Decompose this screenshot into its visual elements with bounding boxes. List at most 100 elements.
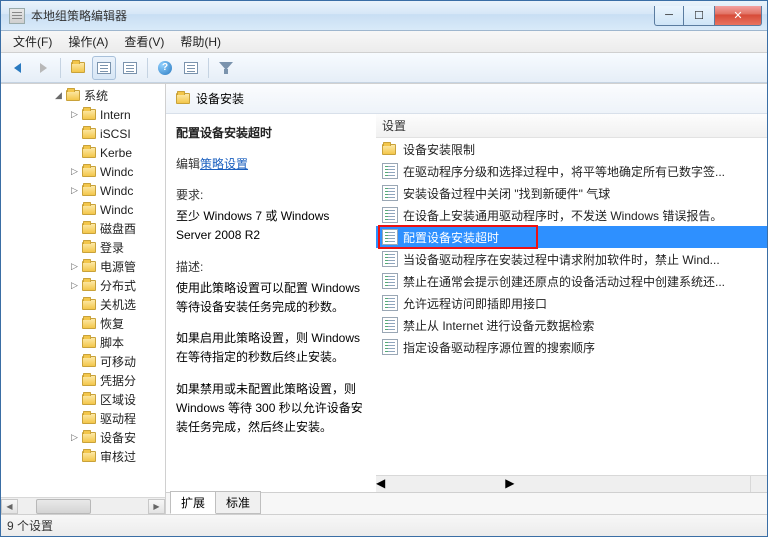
- tree-item[interactable]: 磁盘酉: [1, 219, 165, 238]
- edit-policy-link[interactable]: 策略设置: [200, 157, 248, 171]
- tree-item[interactable]: ▷电源管: [1, 257, 165, 276]
- tree-item[interactable]: 审核过: [1, 447, 165, 466]
- menubar: 文件(F) 操作(A) 查看(V) 帮助(H): [1, 31, 767, 53]
- settings-policy-row[interactable]: 指定设备驱动程序源位置的搜索顺序: [376, 336, 767, 358]
- tree-item[interactable]: 可移动: [1, 352, 165, 371]
- setting-label: 配置设备安装超时: [403, 229, 499, 246]
- menu-help[interactable]: 帮助(H): [172, 31, 229, 52]
- tree-root[interactable]: ◢ 系统: [1, 86, 165, 105]
- filter-button[interactable]: [214, 56, 238, 80]
- tree-item[interactable]: 登录: [1, 238, 165, 257]
- menu-file[interactable]: 文件(F): [5, 31, 60, 52]
- folder-icon: [82, 299, 96, 310]
- tree-item-label: 驱动程: [100, 410, 136, 427]
- list-hscrollbar[interactable]: ◀ ▶: [376, 475, 750, 492]
- folder-icon: [382, 141, 398, 157]
- folder-icon: [82, 413, 96, 424]
- setting-label: 指定设备驱动程序源位置的搜索顺序: [403, 339, 595, 356]
- tree-item-label: 关机选: [100, 296, 136, 313]
- expand-icon[interactable]: ▷: [69, 280, 80, 291]
- settings-policy-row[interactable]: 安装设备过程中关闭 "找到新硬件" 气球: [376, 182, 767, 204]
- forward-button[interactable]: [31, 56, 55, 80]
- folder-icon: [176, 93, 190, 104]
- close-button[interactable]: ✕: [714, 6, 762, 26]
- scroll-right-button[interactable]: ▶: [148, 499, 165, 514]
- tree-item[interactable]: 凭据分: [1, 371, 165, 390]
- menu-view[interactable]: 查看(V): [116, 31, 172, 52]
- tree-item[interactable]: 恢复: [1, 314, 165, 333]
- tab-standard[interactable]: 标准: [215, 491, 261, 514]
- folder-icon: [82, 451, 96, 462]
- settings-policy-row[interactable]: 禁止从 Internet 进行设备元数据检索: [376, 314, 767, 336]
- help-button[interactable]: ?: [153, 56, 177, 80]
- edit-row: 编辑策略设置: [176, 155, 368, 172]
- tree-item-label: Windc: [100, 184, 133, 198]
- scroll-left-button[interactable]: ◀: [1, 499, 18, 514]
- tree-item[interactable]: ▷Intern: [1, 105, 165, 124]
- description-label: 描述:: [176, 258, 368, 277]
- column-header-setting[interactable]: 设置: [376, 114, 767, 138]
- settings-list[interactable]: 设备安装限制在驱动程序分级和选择过程中，将平等地确定所有已数字签...安装设备过…: [376, 138, 767, 475]
- tree-item[interactable]: 区域设: [1, 390, 165, 409]
- tree-item[interactable]: iSCSI: [1, 124, 165, 143]
- scroll-corner: [750, 475, 767, 492]
- tab-extended[interactable]: 扩展: [170, 491, 216, 514]
- menu-action[interactable]: 操作(A): [60, 31, 116, 52]
- folder-icon: [82, 394, 96, 405]
- expand-icon[interactable]: ▷: [69, 185, 80, 196]
- tree-item-label: 磁盘酉: [100, 220, 136, 237]
- tree-item[interactable]: ▷ Windc: [1, 162, 165, 181]
- tree-item[interactable]: 关机选: [1, 295, 165, 314]
- toolbar: ?: [1, 53, 767, 83]
- status-text: 9 个设置: [7, 517, 53, 534]
- tree-item[interactable]: ▷ Windc: [1, 181, 165, 200]
- collapse-icon[interactable]: ◢: [53, 90, 64, 101]
- toolbar-sep: [60, 58, 61, 78]
- policy-icon: [382, 251, 398, 267]
- settings-policy-row[interactable]: 允许远程访问即插即用接口: [376, 292, 767, 314]
- tree-item-label: Windc: [100, 165, 133, 179]
- tree-item-label: Kerbe: [100, 146, 132, 160]
- tree-item[interactable]: ▷设备安: [1, 428, 165, 447]
- scroll-thumb[interactable]: [36, 499, 91, 514]
- scroll-right-button[interactable]: ▶: [505, 476, 514, 492]
- scroll-track[interactable]: [385, 476, 505, 492]
- expand-icon[interactable]: ▷: [69, 261, 80, 272]
- tree-item-label: 凭据分: [100, 372, 136, 389]
- options-button[interactable]: [179, 56, 203, 80]
- tree-item[interactable]: Kerbe: [1, 143, 165, 162]
- requirements-text: 至少 Windows 7 或 Windows Server 2008 R2: [176, 207, 368, 245]
- expand-icon[interactable]: ▷: [69, 166, 80, 177]
- minimize-button[interactable]: ─: [654, 6, 684, 26]
- settings-folder-row[interactable]: 设备安装限制: [376, 138, 767, 160]
- setting-label: 禁止从 Internet 进行设备元数据检索: [403, 317, 594, 334]
- show-tree-button[interactable]: [92, 56, 116, 80]
- toolbar-sep: [147, 58, 148, 78]
- settings-policy-row[interactable]: 禁止在通常会提示创建还原点的设备活动过程中创建系统还...: [376, 270, 767, 292]
- tree-item[interactable]: ▷分布式: [1, 276, 165, 295]
- description-p2: 如果启用此策略设置，则 Windows 在等待指定的秒数后终止安装。: [176, 329, 368, 367]
- up-button[interactable]: [66, 56, 90, 80]
- tree[interactable]: ◢ 系统 ▷InterniSCSIKerbe▷Windc▷WindcWindc磁…: [1, 84, 165, 497]
- policy-icon: [382, 339, 398, 355]
- expand-icon[interactable]: ▷: [69, 109, 80, 120]
- settings-policy-row[interactable]: 在驱动程序分级和选择过程中，将平等地确定所有已数字签...: [376, 160, 767, 182]
- properties-button[interactable]: [118, 56, 142, 80]
- titlebar[interactable]: 本地组策略编辑器 ─ ☐ ✕: [1, 1, 767, 31]
- policy-icon: [382, 185, 398, 201]
- expand-icon[interactable]: ▷: [69, 432, 80, 443]
- settings-policy-row[interactable]: 配置设备安装超时: [376, 226, 767, 248]
- scroll-track[interactable]: [18, 499, 148, 514]
- tree-item[interactable]: Windc: [1, 200, 165, 219]
- settings-policy-row[interactable]: 在设备上安装通用驱动程序时，不发送 Windows 错误报告。: [376, 204, 767, 226]
- scroll-left-button[interactable]: ◀: [376, 476, 385, 492]
- tree-root-label: 系统: [84, 87, 108, 104]
- maximize-button[interactable]: ☐: [684, 6, 714, 26]
- settings-policy-row[interactable]: 当设备驱动程序在安装过程中请求附加软件时，禁止 Wind...: [376, 248, 767, 270]
- policy-icon: [382, 207, 398, 223]
- tree-item[interactable]: 驱动程: [1, 409, 165, 428]
- tree-item[interactable]: 脚本: [1, 333, 165, 352]
- back-button[interactable]: [5, 56, 29, 80]
- tree-hscrollbar[interactable]: ◀ ▶: [1, 497, 165, 514]
- main-area: ◢ 系统 ▷InterniSCSIKerbe▷Windc▷WindcWindc磁…: [1, 83, 767, 514]
